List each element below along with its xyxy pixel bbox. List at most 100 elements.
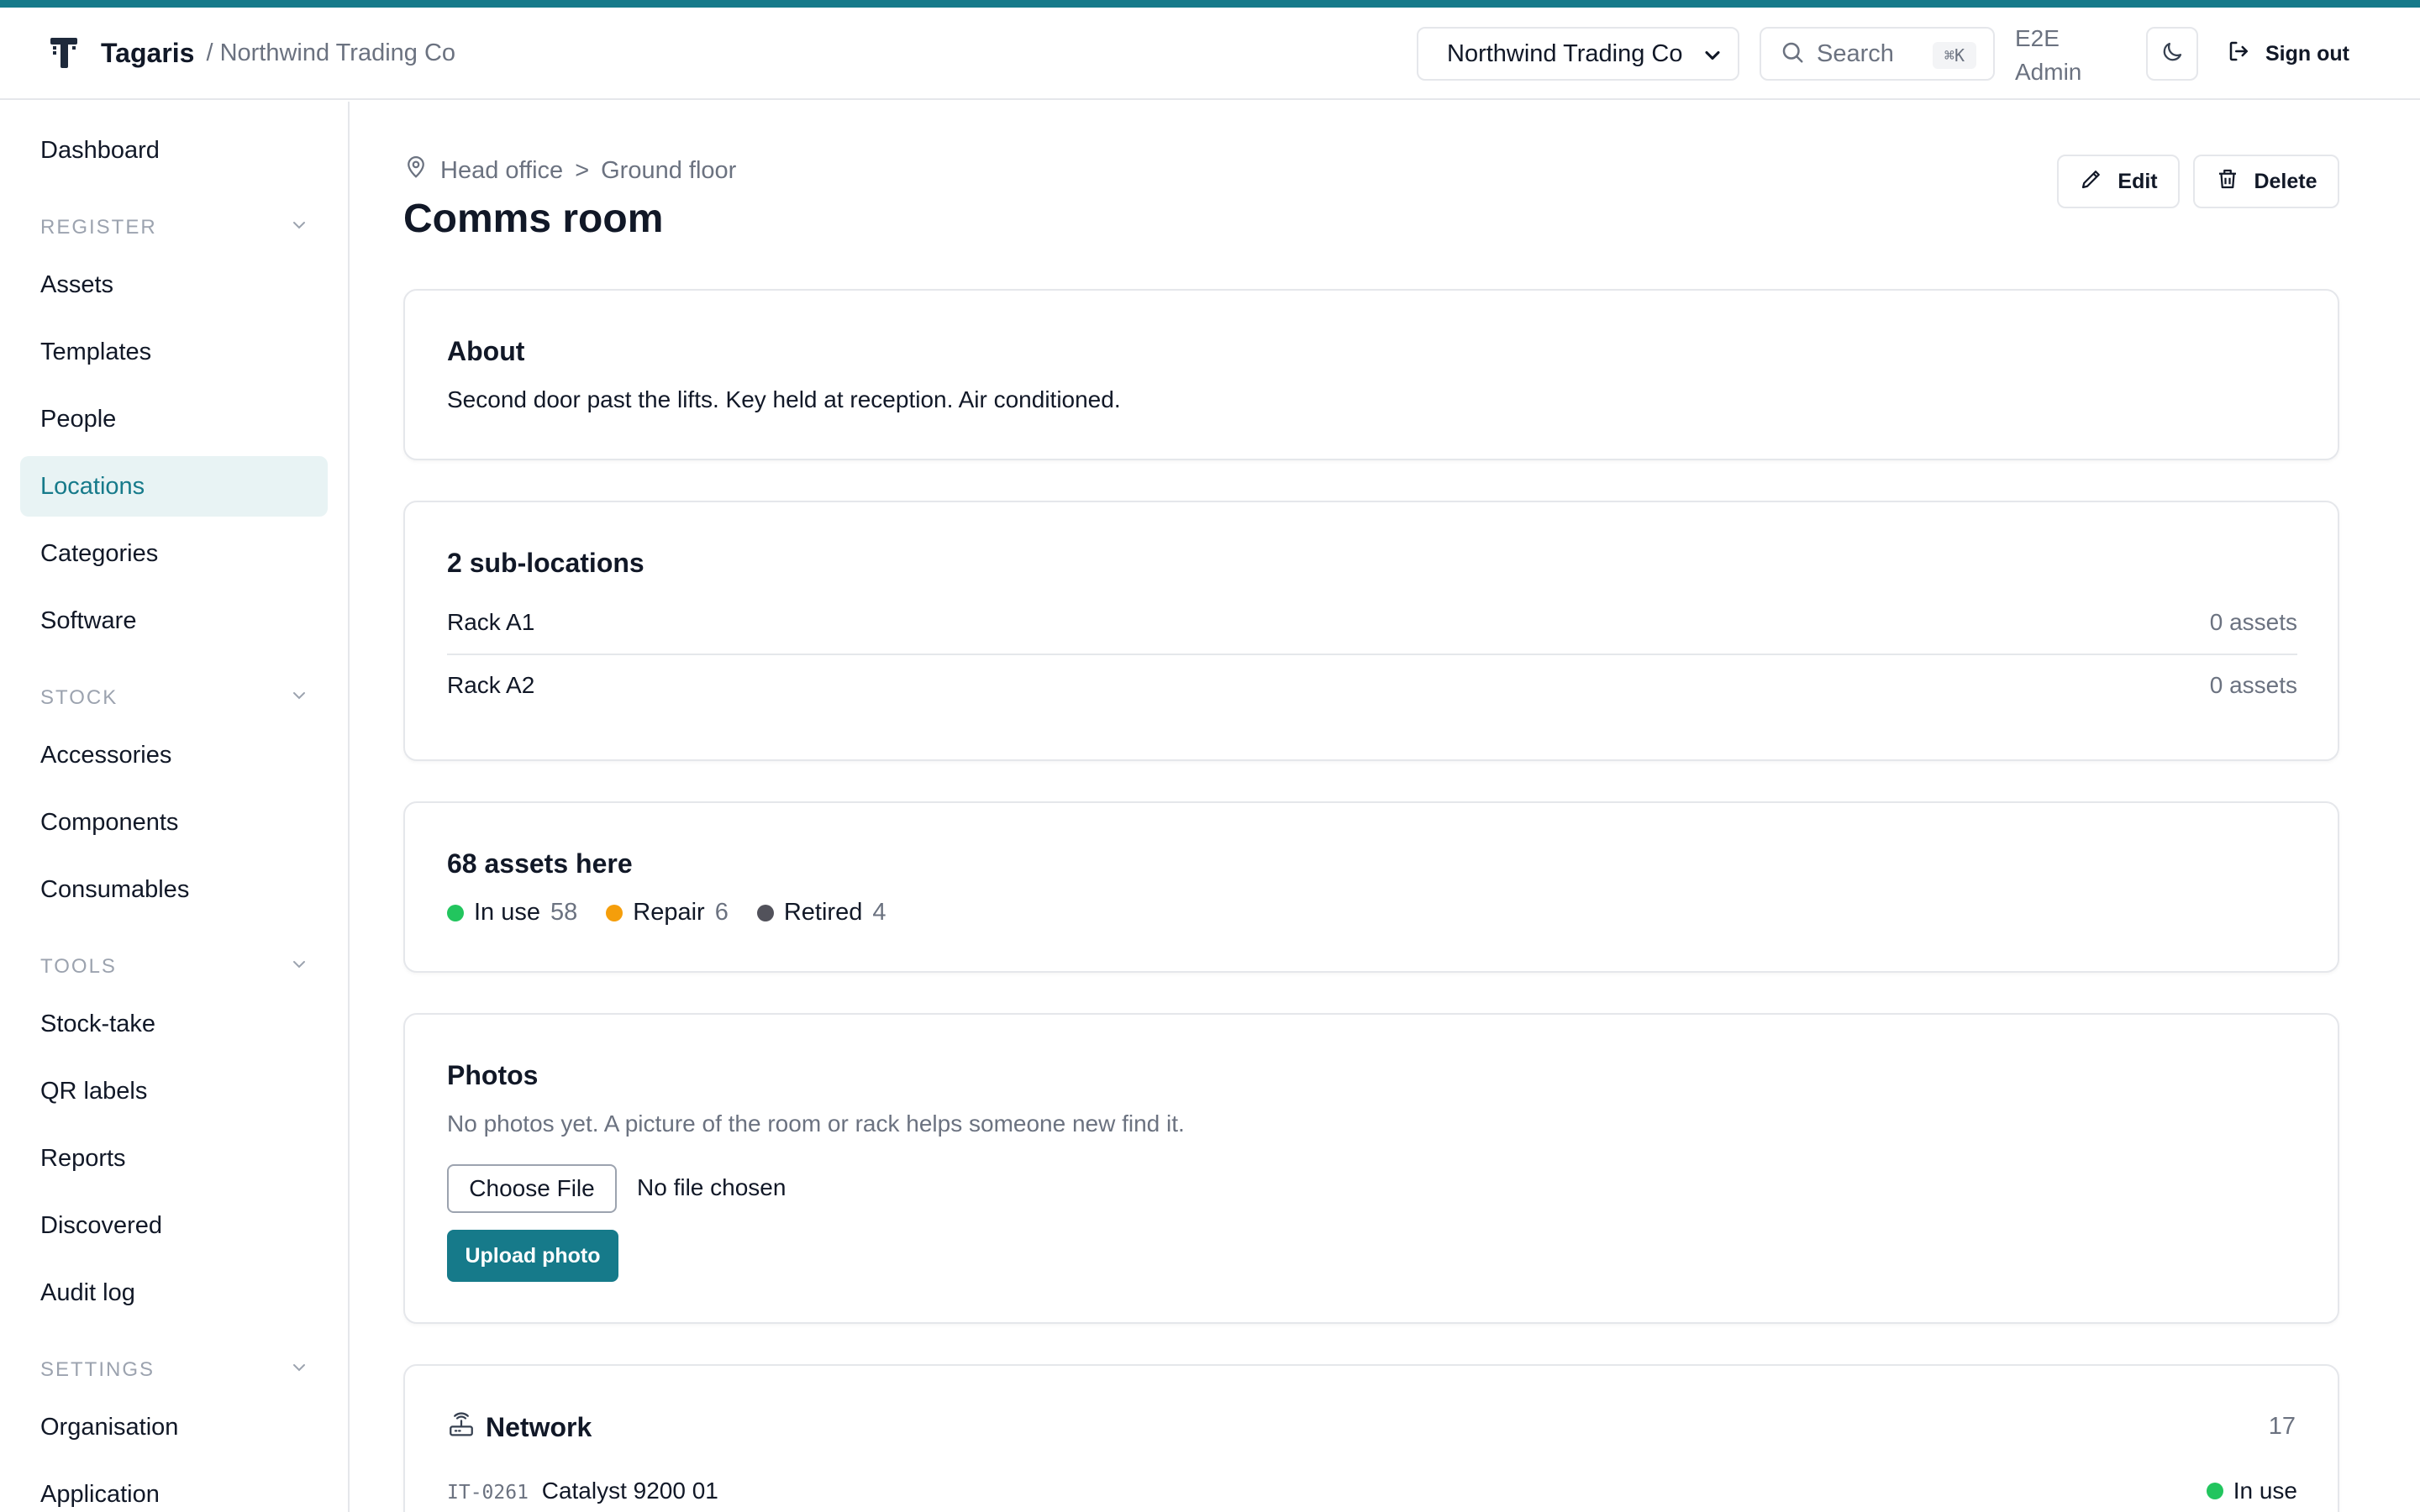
- sidebar-item-label: Dashboard: [40, 136, 160, 164]
- sidebar-item-label: Audit log: [40, 1278, 135, 1306]
- search-shortcut: ⌘K: [1932, 42, 1976, 69]
- sidebar-item-accessories[interactable]: Accessories: [20, 725, 328, 785]
- status-label: In use: [474, 899, 540, 926]
- brand[interactable]: Tagaris / Northwind Trading Co: [44, 33, 455, 73]
- edit-label: Edit: [2118, 169, 2158, 193]
- status-dot-in-use: [2206, 1483, 2223, 1499]
- org-breadcrumb: / Northwind Trading Co: [206, 39, 456, 66]
- asset-tag: IT-0261: [447, 1482, 529, 1504]
- status-label: In use: [2233, 1478, 2297, 1504]
- sidebar-item-label: QR labels: [40, 1077, 148, 1105]
- sidebar-item-discovered[interactable]: Discovered: [20, 1195, 328, 1256]
- router-icon: [447, 1411, 476, 1444]
- about-title: About: [447, 336, 525, 366]
- edit-button[interactable]: Edit: [2057, 155, 2180, 208]
- network-count: 17: [2268, 1413, 2296, 1440]
- sidebar-group-stock[interactable]: STOCK: [40, 681, 309, 715]
- sidebar-item-label: People: [40, 405, 117, 433]
- sublocations-card: 2 sub-locations Rack A1 0 assets Rack A2…: [403, 501, 2339, 761]
- sidebar-group-label: SETTINGS: [40, 1358, 155, 1381]
- breadcrumb-link-ground-floor[interactable]: Ground floor: [601, 157, 736, 185]
- sublocation-count: 0 assets: [2209, 672, 2297, 698]
- sign-out-button[interactable]: Sign out: [2227, 27, 2349, 81]
- chevron-down-icon: [289, 685, 309, 711]
- sidebar-item-people[interactable]: People: [20, 389, 328, 449]
- sidebar-item-categories[interactable]: Categories: [20, 523, 328, 584]
- asset-name: Catalyst 9200 01: [541, 1478, 718, 1504]
- sidebar-group-register[interactable]: REGISTER: [40, 211, 309, 244]
- status-count: 6: [714, 899, 729, 926]
- app-header: Tagaris / Northwind Trading Co Northwind…: [0, 8, 2420, 100]
- sidebar-item-label: Stock-take: [40, 1010, 155, 1037]
- status-count: 58: [550, 899, 578, 926]
- network-card: Network 17 IT-0261 Catalyst 9200 01 In u…: [403, 1364, 2339, 1512]
- chevron-down-icon: [289, 1357, 309, 1383]
- sidebar-item-templates[interactable]: Templates: [20, 322, 328, 382]
- sidebar-item-label: Software: [40, 606, 137, 634]
- sublocation-name: Rack A2: [447, 672, 535, 698]
- sidebar-item-components[interactable]: Components: [20, 792, 328, 853]
- sidebar-item-assets[interactable]: Assets: [20, 255, 328, 315]
- upload-photo-button[interactable]: Upload photo: [447, 1230, 618, 1282]
- map-pin-icon: [403, 155, 429, 186]
- sidebar-item-audit-log[interactable]: Audit log: [20, 1263, 328, 1323]
- status-label: Repair: [633, 899, 705, 926]
- asset-cell: IT-0261 Catalyst 9200 01: [447, 1478, 718, 1504]
- assets-summary-card: 68 assets here In use 58 Repair 6 Retire…: [403, 801, 2339, 973]
- sidebar: Dashboard REGISTER Assets Templates Peop…: [0, 102, 350, 1512]
- sidebar-item-qr-labels[interactable]: QR labels: [20, 1061, 328, 1121]
- breadcrumb-link-head-office[interactable]: Head office: [440, 157, 563, 185]
- status-count: 4: [872, 899, 886, 926]
- sidebar-item-application[interactable]: Application: [20, 1464, 328, 1512]
- sidebar-item-software[interactable]: Software: [20, 591, 328, 651]
- status-label: Retired: [783, 899, 863, 926]
- organisation-select[interactable]: Northwind Trading Co: [1417, 27, 1739, 81]
- status-dot-in-use: [447, 904, 464, 921]
- sidebar-group-tools[interactable]: TOOLS: [40, 950, 309, 984]
- search-button[interactable]: Search ⌘K: [1760, 27, 1995, 81]
- status-breakdown: In use 58 Repair 6 Retired 4: [447, 899, 914, 927]
- table-row[interactable]: IT-0261 Catalyst 9200 01 In use: [447, 1460, 2297, 1512]
- sidebar-item-organisation[interactable]: Organisation: [20, 1397, 328, 1457]
- status-badge: In use: [2206, 1478, 2297, 1504]
- status-retired[interactable]: Retired 4: [756, 899, 886, 927]
- pencil-icon: [2079, 166, 2104, 197]
- delete-label: Delete: [2254, 169, 2317, 193]
- sidebar-item-label: Components: [40, 808, 179, 836]
- tagaris-logo-icon: [44, 33, 84, 73]
- breadcrumb: Head office > Ground floor: [403, 154, 736, 187]
- top-accent-bar: [0, 0, 2420, 8]
- sign-out-label: Sign out: [2265, 41, 2349, 66]
- sidebar-group-label: REGISTER: [40, 216, 157, 239]
- sidebar-item-label: Locations: [40, 472, 145, 500]
- network-header: Network: [447, 1411, 592, 1444]
- status-repair[interactable]: Repair 6: [606, 899, 729, 927]
- page-title: Comms room: [403, 197, 664, 241]
- user-name-line2: Admin: [2015, 59, 2082, 85]
- organisation-select-value: Northwind Trading Co: [1447, 39, 1683, 67]
- list-item[interactable]: Rack A1 0 assets: [447, 591, 2297, 654]
- delete-button[interactable]: Delete: [2193, 155, 2339, 208]
- chevron-down-icon: [289, 954, 309, 980]
- sidebar-item-consumables[interactable]: Consumables: [20, 859, 328, 920]
- sidebar-item-reports[interactable]: Reports: [20, 1128, 328, 1189]
- assets-summary-title: 68 assets here: [447, 848, 633, 879]
- status-in-use[interactable]: In use 58: [447, 899, 577, 927]
- sublocation-count: 0 assets: [2209, 609, 2297, 635]
- user-name: E2E Admin: [2015, 22, 2099, 89]
- sidebar-group-settings[interactable]: SETTINGS: [40, 1353, 309, 1387]
- photos-empty-text: No photos yet. A picture of the room or …: [447, 1110, 1185, 1137]
- about-text: Second door past the lifts. Key held at …: [447, 386, 1121, 412]
- sidebar-item-label: Categories: [40, 539, 159, 567]
- sidebar-item-label: Assets: [40, 270, 114, 298]
- file-status: No file chosen: [637, 1174, 786, 1200]
- brand-name: Tagaris: [101, 37, 195, 68]
- sidebar-item-stocktake[interactable]: Stock-take: [20, 994, 328, 1054]
- list-item[interactable]: Rack A2 0 assets: [447, 654, 2297, 717]
- sidebar-item-dashboard[interactable]: Dashboard: [20, 120, 328, 181]
- sidebar-item-locations[interactable]: Locations: [20, 456, 328, 517]
- photos-card: Photos No photos yet. A picture of the r…: [403, 1013, 2339, 1324]
- choose-file-button[interactable]: Choose File: [447, 1164, 617, 1213]
- theme-toggle-button[interactable]: [2146, 27, 2198, 81]
- sidebar-item-label: Application: [40, 1480, 160, 1508]
